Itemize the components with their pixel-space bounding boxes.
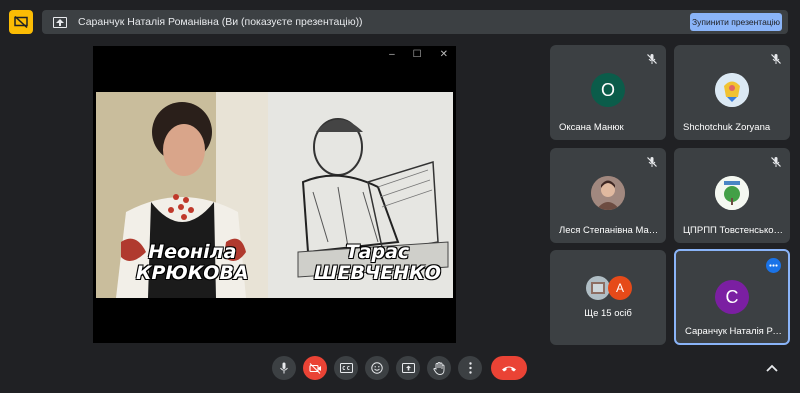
slide-image: Неоніла КРЮКОВА Тарас ШЕВЧЕНКО xyxy=(96,92,453,298)
participant-name: Леся Степанівна Мац... xyxy=(559,225,660,236)
present-now-button[interactable] xyxy=(396,356,420,380)
participant-tile[interactable]: ЦПРПП Товстенської ... xyxy=(674,148,790,243)
mic-off-icon xyxy=(771,54,781,64)
minimize-icon[interactable]: – xyxy=(389,49,395,60)
self-tile[interactable]: С Саранчук Наталія Ро... xyxy=(674,249,790,345)
participant-name: Оксана Манюк xyxy=(559,122,624,133)
slide-caption-left-1: Неоніла xyxy=(148,241,237,263)
avatar-stack: А xyxy=(586,276,632,300)
avatar: С xyxy=(715,280,749,314)
participant-tile[interactable]: Shchotchuk Zoryana xyxy=(674,45,790,140)
logo-icon xyxy=(715,73,749,107)
avatar xyxy=(715,176,749,210)
more-options-button[interactable] xyxy=(458,356,482,380)
participant-tile[interactable]: Леся Степанівна Мац... xyxy=(550,148,666,243)
mic-off-icon xyxy=(647,54,657,64)
more-dots-icon xyxy=(769,264,778,267)
meet-call-screen: Саранчук Наталія Романівна (Ви (показуєт… xyxy=(0,0,800,393)
user-photo-icon xyxy=(591,176,625,210)
slide-photo-left: Неоніла КРЮКОВА xyxy=(96,92,268,298)
more-participants-tile[interactable]: А Ще 15 осіб xyxy=(550,250,666,345)
present-screen-icon xyxy=(53,16,67,28)
tree-logo-icon xyxy=(715,176,749,210)
call-controls xyxy=(272,356,527,380)
participant-name: ЦПРПП Товстенської ... xyxy=(683,225,784,236)
more-participants-label: Ще 15 осіб xyxy=(584,308,632,319)
avatar xyxy=(715,73,749,107)
shared-screen: – ☐ ✕ Неоніла КРЮКОВА Тарас ШЕВЧЕНКО xyxy=(93,46,456,343)
window-controls: – ☐ ✕ xyxy=(389,49,448,60)
user-photo-icon xyxy=(586,276,610,300)
slide-caption-right-2: ШЕВЧЕНКО xyxy=(314,262,441,284)
participant-name: Саранчук Наталія Ро... xyxy=(685,326,782,337)
hand-icon xyxy=(433,361,445,375)
camera-off-icon xyxy=(308,362,321,374)
chevron-up-icon[interactable] xyxy=(764,361,780,375)
avatar: О xyxy=(591,73,625,107)
more-vert-icon xyxy=(468,362,472,374)
participant-tile[interactable]: О Оксана Манюк xyxy=(550,45,666,140)
presenting-text: Саранчук Наталія Романівна (Ви (показуєт… xyxy=(78,16,363,28)
mic-off-icon xyxy=(771,157,781,167)
avatar: А xyxy=(608,276,632,300)
slide-photo-right: Тарас ШЕВЧЕНКО xyxy=(268,92,453,298)
avatar xyxy=(591,176,625,210)
present-screen-icon xyxy=(401,363,415,373)
captions-icon xyxy=(339,363,353,373)
present-screen-off-icon xyxy=(14,16,28,28)
captions-button[interactable] xyxy=(334,356,358,380)
presenting-banner: Саранчук Наталія Романівна (Ви (показуєт… xyxy=(42,10,788,34)
more-options-button[interactable] xyxy=(766,258,781,273)
raise-hand-button[interactable] xyxy=(427,356,451,380)
slide-caption-left-2: КРЮКОВА xyxy=(136,262,249,284)
close-icon[interactable]: ✕ xyxy=(440,49,448,60)
camera-off-button[interactable] xyxy=(303,356,327,380)
stop-presenting-button[interactable]: Зупинити презентацію xyxy=(690,13,782,31)
maximize-icon[interactable]: ☐ xyxy=(413,49,422,60)
emoji-button[interactable] xyxy=(365,356,389,380)
microphone-button[interactable] xyxy=(272,356,296,380)
presentation-indicator-button[interactable] xyxy=(9,10,33,34)
mic-off-icon xyxy=(647,157,657,167)
participant-name: Shchotchuk Zoryana xyxy=(683,122,771,133)
leave-call-button[interactable] xyxy=(491,356,527,380)
end-call-icon xyxy=(502,366,516,371)
mic-icon xyxy=(280,362,288,374)
smiley-icon xyxy=(371,362,383,374)
slide-caption-right-1: Тарас xyxy=(345,241,410,263)
